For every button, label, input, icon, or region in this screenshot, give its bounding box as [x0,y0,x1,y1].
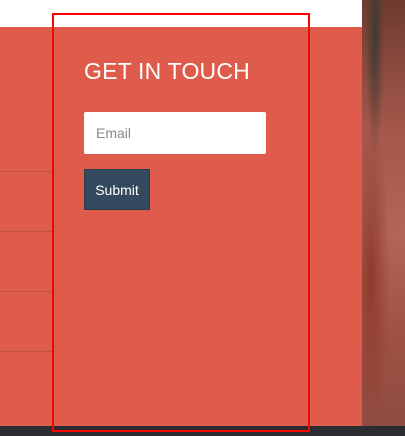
footer-bar [0,426,405,436]
submit-button[interactable]: Submit [84,169,150,210]
contact-section [0,27,362,426]
menu-divider [0,171,52,172]
top-white-strip [0,0,362,27]
background-photo [362,0,405,426]
menu-divider [0,351,52,352]
menu-divider [0,231,52,232]
menu-divider [0,291,52,292]
contact-heading: GET IN TOUCH [84,58,250,84]
email-field[interactable] [84,112,266,154]
